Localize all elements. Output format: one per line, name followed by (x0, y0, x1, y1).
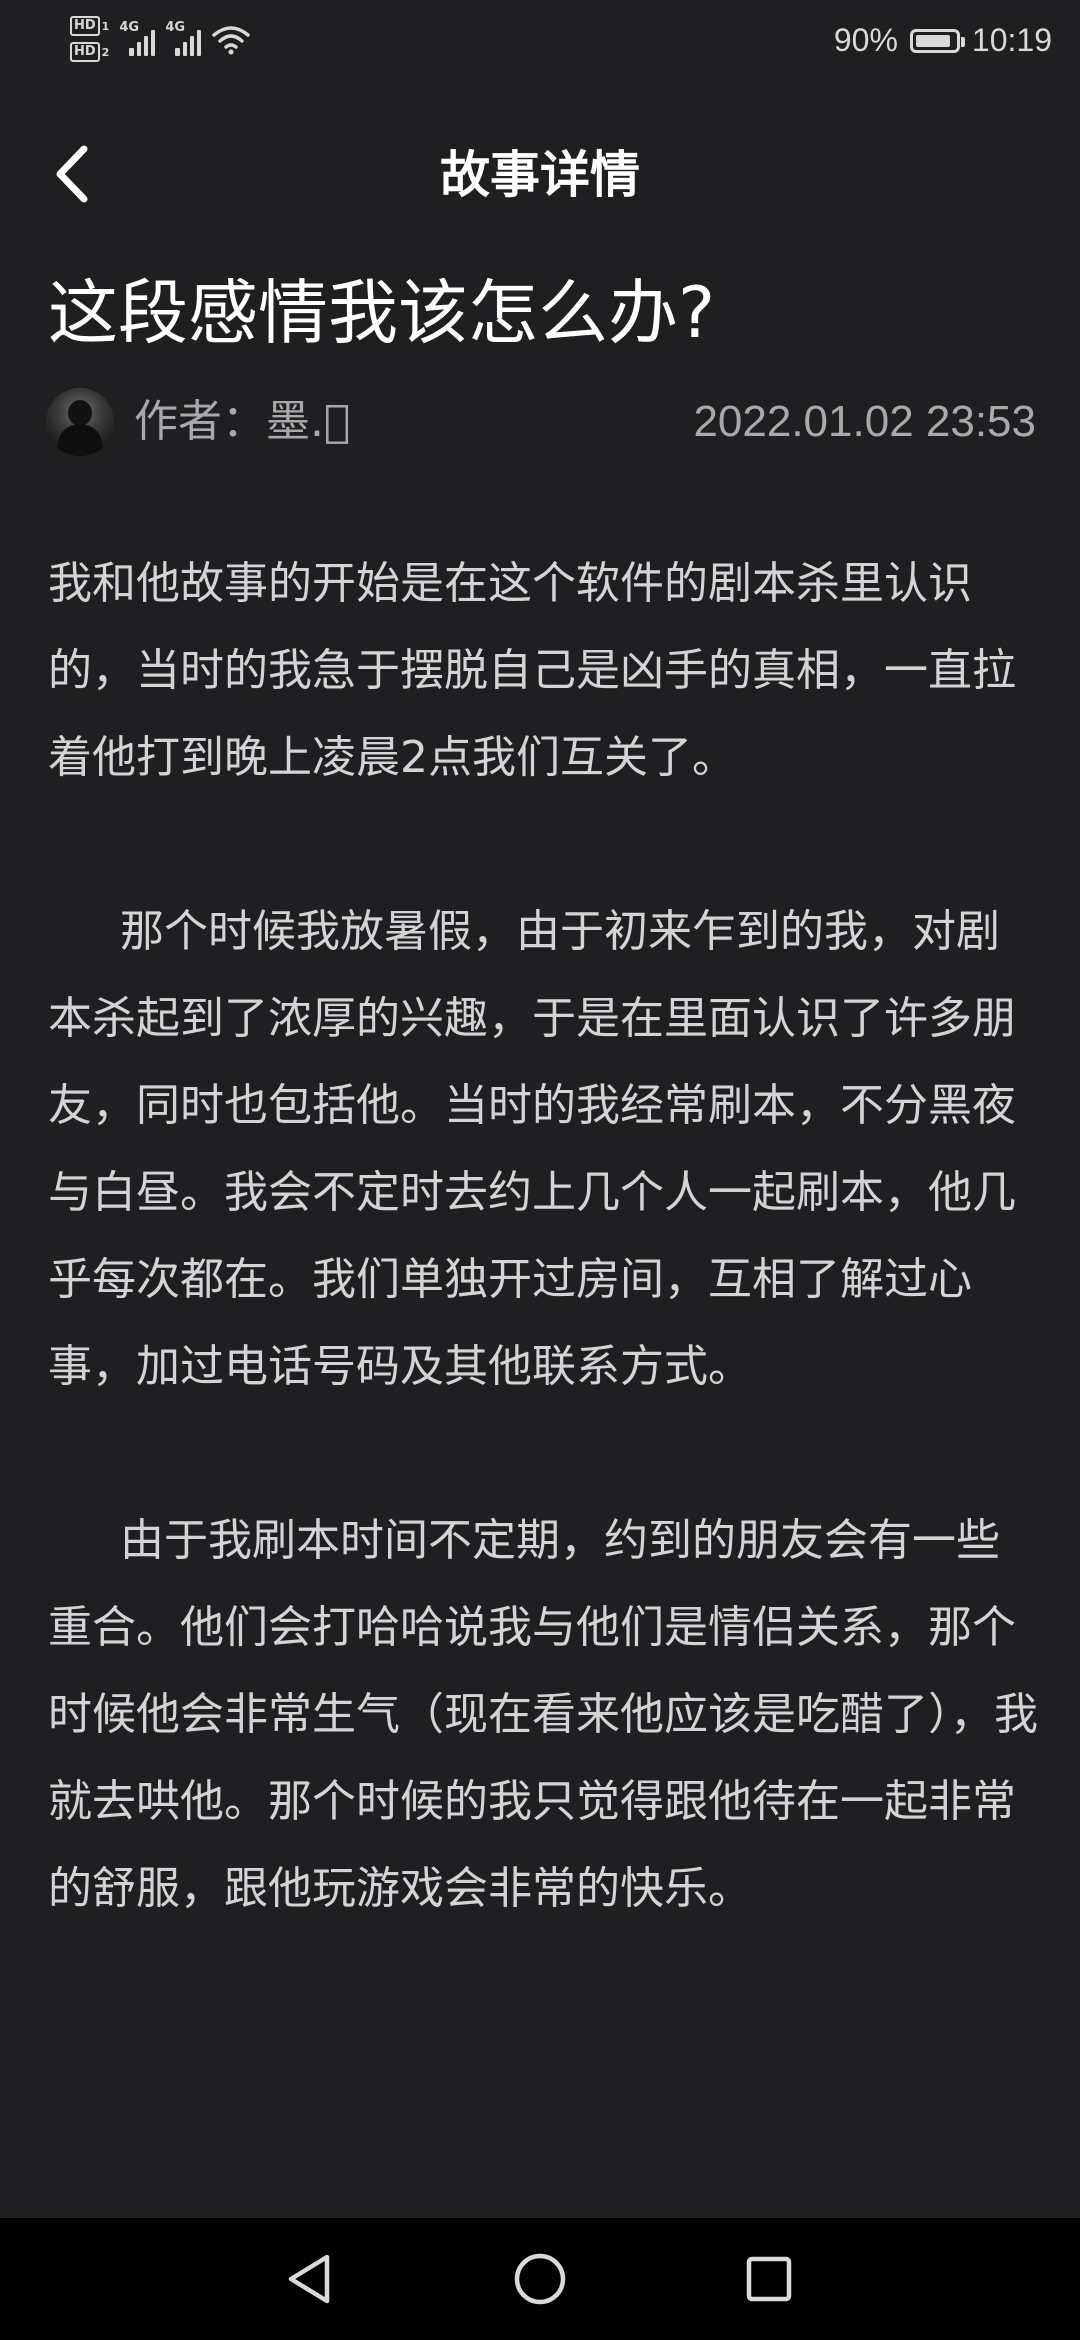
paragraph-1: 我和他故事的开始是在这个软件的剧本杀里认识的，当时的我急于摆脱自己是凶手的真相，… (48, 558, 1016, 783)
top-bar: 故事详情 (0, 120, 1080, 230)
system-nav-bar (0, 2218, 1080, 2340)
article-meta: 作者：墨.  2022.01.02 23:53 (46, 388, 1036, 458)
status-bar: HD 1 HD 2 4G 4G 90% 10:19 (0, 0, 1080, 90)
signal-1-icon: 4G (119, 20, 156, 56)
hd2-number: 2 (101, 45, 110, 59)
paragraph-2: 那个时候我放暑假，由于初来乍到的我，对剧本杀起到了浓厚的兴趣，于是在里面认识了许… (48, 906, 1016, 1392)
avatar[interactable] (46, 388, 114, 456)
hd2-label: HD (70, 42, 100, 62)
hd-indicators: HD 1 HD 2 (70, 16, 109, 62)
hd1-indicator: HD 1 (70, 16, 109, 36)
nav-recents-button[interactable] (734, 2244, 804, 2314)
wifi-icon (212, 26, 251, 55)
paragraph-3: 由于我刷本时间不定期，约到的朋友会有一些重合。他们会打哈哈说我与他们是情侣关系，… (48, 1515, 1038, 1914)
hd1-number: 1 (101, 19, 110, 33)
hd2-indicator: HD 2 (70, 42, 109, 62)
battery-percent: 90% (833, 22, 898, 58)
article-content: 我和他故事的开始是在这个软件的剧本杀里认识的，当时的我急于摆脱自己是凶手的真相，… (48, 540, 1038, 2019)
page-title: 故事详情 (440, 146, 640, 204)
nav-home-button[interactable] (505, 2244, 575, 2314)
signal-2-label: 4G (165, 20, 186, 35)
battery-fill (915, 34, 950, 47)
circle-home-icon (514, 2253, 566, 2305)
battery-icon (909, 28, 965, 53)
post-date: 2022.01.02 23:53 (693, 397, 1036, 446)
clock: 10:19 (971, 22, 1052, 58)
signal-1-label: 4G (119, 20, 140, 35)
author-name[interactable]: 作者：墨.  (134, 394, 350, 450)
hd1-label: HD (70, 16, 100, 36)
status-right: 90% 10:19 (834, 22, 1052, 59)
triangle-back-icon (288, 2254, 330, 2304)
nav-back-button[interactable] (274, 2244, 344, 2314)
status-left: HD 1 HD 2 4G 4G (70, 16, 251, 62)
article-title: 这段感情我该怎么办? (48, 272, 716, 354)
square-recents-icon (746, 2256, 792, 2302)
signal-2-icon: 4G (165, 20, 202, 56)
